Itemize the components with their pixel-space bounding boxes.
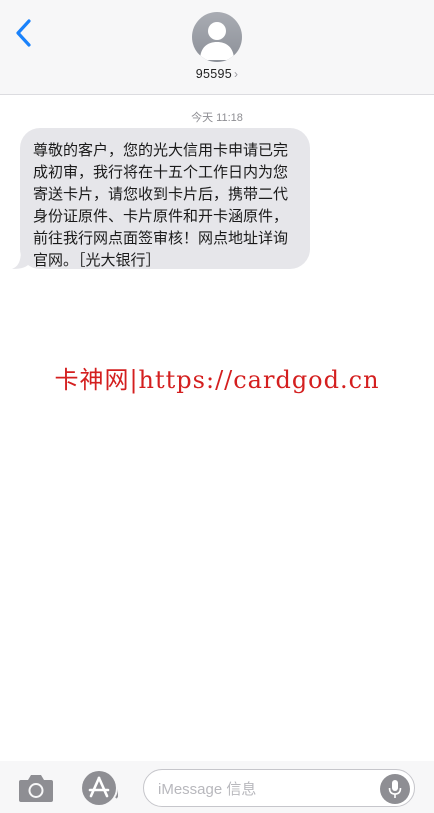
message-timestamp: 今天 11:18 [191, 112, 243, 124]
conversation-header: 95595 › [0, 0, 434, 95]
camera-icon [19, 775, 53, 802]
message-text: 尊敬的客户，您的光大信用卡申请已完成初审，我行将在十五个工作日内为您寄送卡片，请… [33, 141, 289, 269]
app-store-icon [82, 771, 121, 805]
watermark: 卡神网|https://cardgod.cn [54, 366, 380, 394]
message-input-placeholder: iMessage 信息 [158, 780, 257, 798]
chevron-left-icon [16, 19, 31, 47]
composer-bar: iMessage 信息 [0, 761, 434, 813]
messages-screen: 95595 › 今天 11:18 尊敬的客户，您的光大信用卡申请已完成初审，我行将… [0, 0, 434, 813]
chevron-right-icon: › [233, 67, 239, 81]
contact-avatar[interactable] [192, 12, 242, 62]
incoming-message-bubble[interactable]: 尊敬的客户，您的光大信用卡申请已完成初审，我行将在十五个工作日内为您寄送卡片，请… [20, 128, 310, 269]
contact-number: 95595 [195, 67, 232, 81]
dictation-button[interactable] [380, 774, 410, 804]
microphone-icon [388, 780, 402, 798]
app-store-button[interactable] [80, 770, 121, 806]
contact-name[interactable]: 95595 › [0, 67, 434, 81]
message-input[interactable]: iMessage 信息 [143, 769, 415, 807]
back-button[interactable] [8, 14, 38, 52]
camera-button[interactable] [17, 772, 55, 804]
person-silhouette-icon [200, 22, 234, 60]
